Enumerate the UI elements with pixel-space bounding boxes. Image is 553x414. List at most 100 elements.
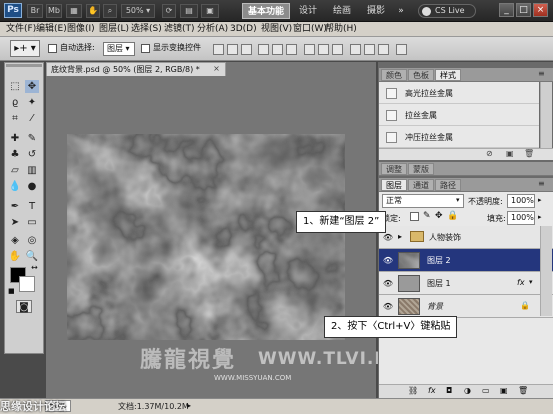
link-layers-icon[interactable]: ⛓	[408, 386, 418, 395]
type-tool-icon[interactable]: T	[25, 200, 39, 213]
style-item[interactable]: 冲压拉丝金属	[379, 128, 539, 148]
history-brush-tool-icon[interactable]: ↺	[25, 148, 39, 161]
gradient-tool-icon[interactable]: ▥	[25, 164, 39, 177]
background-color-swatch[interactable]	[19, 276, 35, 292]
opacity-slider-icon[interactable]: ▸	[538, 196, 542, 204]
dodge-tool-icon[interactable]: ●	[25, 180, 39, 193]
new-adjustment-icon[interactable]: ◑	[464, 386, 471, 395]
tool-preset-picker[interactable]: ▸+ ▾	[10, 40, 40, 57]
delete-layer-icon[interactable]: 🗑	[518, 386, 528, 395]
default-colors-icon[interactable]: ■	[8, 287, 15, 295]
align-right-icon[interactable]	[286, 44, 297, 55]
lock-transparent-icon[interactable]	[410, 212, 419, 221]
new-layer-icon[interactable]: ▣	[500, 386, 508, 395]
fx-expand-icon[interactable]: ▾	[529, 278, 533, 286]
tab-paths[interactable]: 路径	[435, 179, 461, 191]
eye-icon[interactable]: 👁	[382, 302, 394, 312]
align-left-icon[interactable]	[258, 44, 269, 55]
eraser-tool-icon[interactable]: ▱	[8, 164, 22, 177]
bridge-button[interactable]: Br	[27, 4, 43, 18]
distribute-vcenter-icon[interactable]	[318, 44, 329, 55]
tab-styles[interactable]: 样式	[435, 69, 461, 81]
expand-arrow-icon[interactable]: ▸	[398, 232, 402, 241]
document-tab[interactable]: 底纹背景.psd @ 50% (图层 2, RGB/8) *	[46, 62, 226, 76]
fill-field[interactable]: 100%	[507, 211, 535, 225]
more-workspaces-icon[interactable]: »	[394, 3, 408, 19]
tab-channels[interactable]: 通道	[408, 179, 434, 191]
menu-window[interactable]: 窗口(W)	[293, 23, 327, 36]
auto-select-dropdown[interactable]: 图层 ▾	[103, 42, 135, 56]
tab-color[interactable]: 颜色	[381, 69, 407, 81]
menu-image[interactable]: 图像(I)	[67, 23, 95, 36]
workspace-essentials[interactable]: 基本功能	[242, 3, 290, 19]
menu-edit[interactable]: 编辑(E)	[36, 23, 67, 36]
hand-tool-icon[interactable]: ✋	[8, 250, 22, 263]
new-group-icon[interactable]: ▭	[482, 386, 490, 395]
view-extras-button[interactable]: ▦	[66, 4, 82, 18]
distribute-left-icon[interactable]	[350, 44, 361, 55]
close-button[interactable]: ×	[533, 3, 548, 17]
auto-align-icon[interactable]	[396, 44, 407, 55]
zoom-level-dropdown[interactable]: 50% ▾	[121, 4, 155, 18]
workspace-painting[interactable]: 绘画	[328, 3, 356, 19]
lock-image-icon[interactable]: ✎	[423, 211, 431, 221]
crop-tool-icon[interactable]: ⌗	[8, 112, 22, 125]
clone-stamp-tool-icon[interactable]: ♣	[8, 148, 22, 161]
magic-wand-tool-icon[interactable]: ✦	[25, 96, 39, 109]
workspace-design[interactable]: 设计	[294, 3, 322, 19]
distribute-top-icon[interactable]	[304, 44, 315, 55]
3d-orbit-tool-icon[interactable]: ◎	[25, 234, 39, 247]
lock-all-icon[interactable]: 🔒	[447, 211, 458, 221]
add-mask-icon[interactable]: ◘	[446, 386, 452, 395]
3d-rotate-tool-icon[interactable]: ◈	[8, 234, 22, 247]
styles-scrollbar[interactable]	[540, 82, 552, 148]
healing-brush-tool-icon[interactable]: ✚	[8, 132, 22, 145]
menu-select[interactable]: 选择(S)	[131, 23, 162, 36]
tab-layers[interactable]: 图层	[381, 179, 407, 191]
lasso-tool-icon[interactable]: ϱ	[8, 96, 22, 109]
menu-3d[interactable]: 3D(D)	[230, 23, 257, 36]
clear-style-icon[interactable]: ⊘	[486, 149, 493, 158]
workspace-photography[interactable]: 摄影	[362, 3, 390, 19]
menu-layer[interactable]: 图层(L)	[99, 23, 129, 36]
distribute-bottom-icon[interactable]	[332, 44, 343, 55]
eyedropper-tool-icon[interactable]: ⁄	[25, 112, 39, 125]
menu-filter[interactable]: 滤镜(T)	[164, 23, 195, 36]
auto-select-checkbox[interactable]	[48, 44, 57, 53]
align-vcenter-icon[interactable]	[227, 44, 238, 55]
style-item[interactable]: 拉丝金属	[379, 106, 539, 126]
menu-analysis[interactable]: 分析(A)	[197, 23, 228, 36]
blend-mode-dropdown[interactable]: 正常	[382, 194, 464, 208]
maximize-button[interactable]: □	[516, 3, 531, 17]
swap-colors-icon[interactable]: ↔	[31, 263, 38, 272]
shape-tool-icon[interactable]: ▭	[25, 216, 39, 229]
layers-scrollbar[interactable]	[540, 226, 552, 316]
eye-icon[interactable]: 👁	[382, 279, 394, 289]
rotate-view-button[interactable]: ⟳	[162, 4, 176, 18]
tab-masks[interactable]: 蒙版	[408, 163, 434, 175]
add-style-icon[interactable]: fx	[428, 386, 436, 395]
document-tab-close-icon[interactable]: ×	[212, 64, 221, 73]
document-info[interactable]: 文档:1.37M/10.2M	[118, 401, 189, 412]
distribute-hcenter-icon[interactable]	[364, 44, 375, 55]
new-style-icon[interactable]: ▣	[506, 149, 514, 158]
eye-icon[interactable]: 👁	[382, 256, 394, 266]
menu-view[interactable]: 视图(V)	[261, 23, 292, 36]
align-bottom-icon[interactable]	[241, 44, 252, 55]
brush-tool-icon[interactable]: ✎	[25, 132, 39, 145]
menu-file[interactable]: 文件(F)	[6, 23, 36, 36]
minimize-button[interactable]: _	[499, 3, 514, 17]
layers-panel-menu-icon[interactable]: ≡	[538, 179, 545, 188]
layer-row-group[interactable]: 人物装饰	[379, 226, 553, 249]
status-arrow-icon[interactable]: ▸	[187, 401, 191, 410]
align-hcenter-icon[interactable]	[272, 44, 283, 55]
tools-grip[interactable]	[6, 64, 42, 67]
opacity-field[interactable]: 100%	[507, 194, 535, 208]
lock-position-icon[interactable]: ✥	[435, 211, 443, 221]
blur-tool-icon[interactable]: 💧	[8, 180, 22, 193]
arrange-documents-button[interactable]: ▤	[180, 4, 198, 18]
show-transform-checkbox[interactable]	[141, 44, 150, 53]
tab-adjustments[interactable]: 调整	[381, 163, 407, 175]
styles-panel-menu-icon[interactable]: ≡	[538, 69, 545, 78]
delete-style-icon[interactable]: 🗑	[524, 149, 534, 158]
